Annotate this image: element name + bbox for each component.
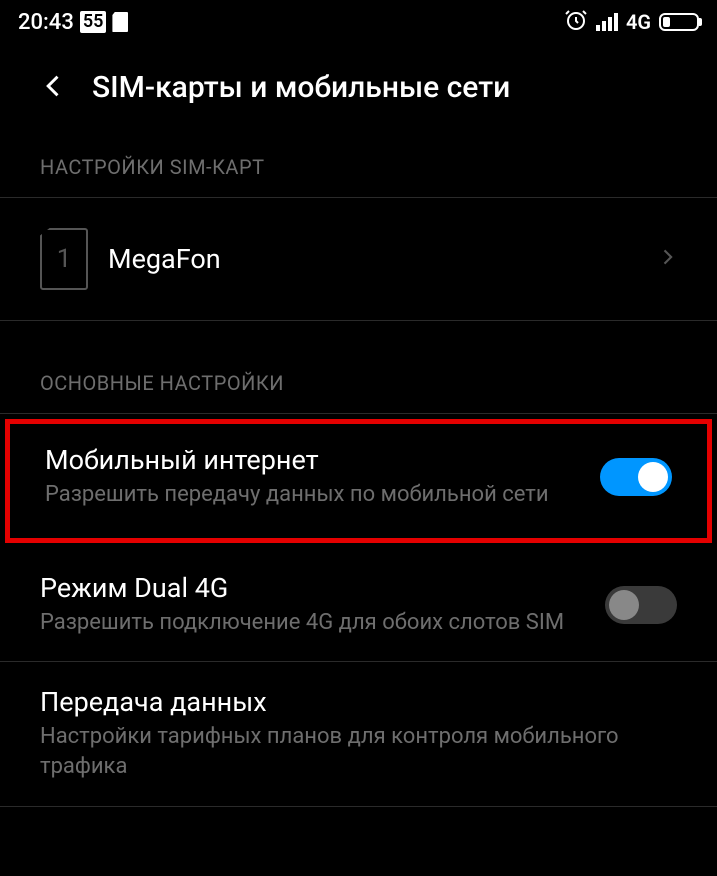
dual-4g-item[interactable]: Режим Dual 4G Разрешить подключение 4G д… bbox=[0, 548, 717, 663]
item-text: MegaFon bbox=[108, 243, 637, 275]
battery-icon bbox=[659, 13, 699, 31]
sim-slot-number: 1 bbox=[57, 244, 72, 274]
signal-icon bbox=[596, 13, 618, 31]
sim-slot-icon: 1 bbox=[40, 228, 88, 290]
back-icon[interactable] bbox=[40, 72, 68, 104]
data-usage-title: Передача данных bbox=[40, 686, 677, 718]
item-text: Передача данных Настройки тарифных плано… bbox=[40, 686, 677, 781]
status-bar: 20:43 55 4G bbox=[0, 0, 717, 40]
status-time: 20:43 bbox=[18, 10, 74, 35]
item-text: Режим Dual 4G Разрешить подключение 4G д… bbox=[40, 572, 585, 638]
mobile-data-subtitle: Разрешить передачу данных по мобильной с… bbox=[45, 480, 580, 510]
page-title: SIM-карты и мобильные сети bbox=[92, 70, 510, 105]
header: SIM-карты и мобильные сети bbox=[0, 40, 717, 125]
item-text: Мобильный интернет Разрешить передачу да… bbox=[45, 444, 580, 510]
sd-card-icon bbox=[112, 12, 128, 32]
dual-4g-toggle[interactable] bbox=[605, 586, 677, 624]
dual-4g-subtitle: Разрешить подключение 4G для обоих слото… bbox=[40, 608, 585, 638]
status-right: 4G bbox=[564, 8, 699, 36]
data-usage-item[interactable]: Передача данных Настройки тарифных плано… bbox=[0, 662, 717, 806]
network-label: 4G bbox=[626, 10, 651, 34]
sim-carrier-name: MegaFon bbox=[108, 243, 637, 275]
sim-card-item[interactable]: 1 MegaFon bbox=[0, 198, 717, 321]
mobile-data-item[interactable]: Мобильный интернет Разрешить передачу да… bbox=[5, 419, 712, 543]
status-badge: 55 bbox=[80, 11, 107, 33]
status-left: 20:43 55 bbox=[18, 10, 128, 35]
dual-4g-title: Режим Dual 4G bbox=[40, 572, 585, 604]
mobile-data-toggle[interactable] bbox=[600, 458, 672, 496]
mobile-data-title: Мобильный интернет bbox=[45, 444, 580, 476]
alarm-icon bbox=[564, 8, 588, 36]
section-header-sim: НАСТРОЙКИ SIM-КАРТ bbox=[0, 125, 717, 198]
data-usage-subtitle: Настройки тарифных планов для контроля м… bbox=[40, 722, 677, 781]
chevron-right-icon bbox=[657, 247, 677, 271]
section-header-main: ОСНОВНЫЕ НАСТРОЙКИ bbox=[0, 341, 717, 414]
